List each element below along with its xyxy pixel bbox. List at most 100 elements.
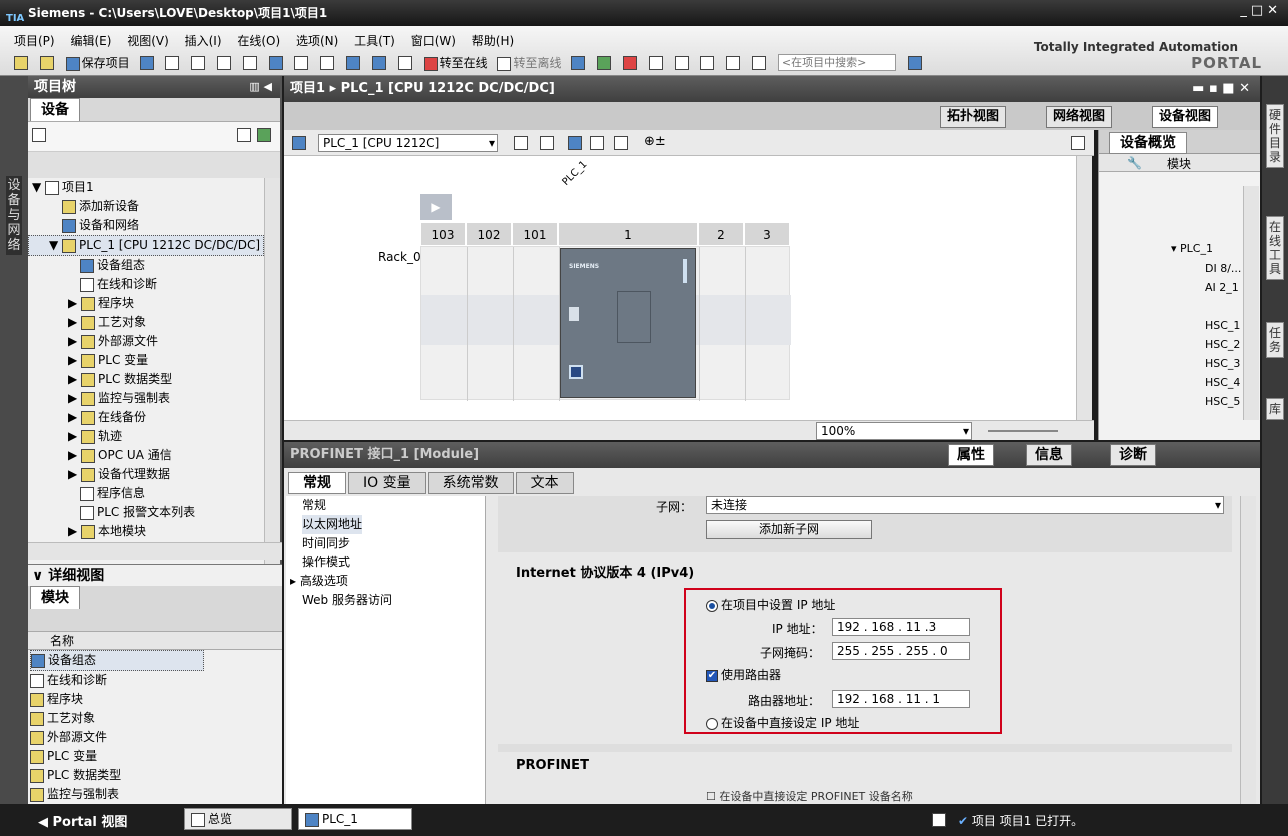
tree-item-watch-tables[interactable]: ▶ 监控与强制表 xyxy=(28,389,264,408)
tree-item-device-proxy[interactable]: ▶ 设备代理数据 xyxy=(28,465,264,484)
tab-plc1[interactable]: PLC_1 xyxy=(298,808,412,830)
close-compare-button[interactable] xyxy=(752,55,768,70)
cpu-module[interactable]: SIEMENS xyxy=(560,248,696,398)
set-ip-device-radio[interactable]: 在设备中直接设定 IP 地址 xyxy=(706,714,859,731)
undo-button[interactable] xyxy=(268,55,285,70)
tab-device-view[interactable]: 设备视图 xyxy=(1152,106,1219,128)
tree-item-device-config[interactable]: 设备组态 xyxy=(28,256,264,275)
tab-info[interactable]: 信息 xyxy=(1026,444,1072,466)
tab-io-tags[interactable]: IO 变量 xyxy=(348,472,426,494)
menu-edit[interactable]: 编辑(E) xyxy=(70,34,111,48)
menu-view[interactable]: 视图(V) xyxy=(127,34,169,48)
nav-time-sync[interactable]: 时间同步 xyxy=(302,534,485,553)
overview-filter-icon[interactable]: 🔧 xyxy=(1127,156,1142,170)
tree-item-project[interactable]: ▼ 项目1 xyxy=(28,178,264,197)
tree-item-online-diag[interactable]: 在线和诊断 xyxy=(28,275,264,294)
tab-diagnostics[interactable]: 诊断 xyxy=(1110,444,1156,466)
device-select[interactable]: PLC_1 [CPU 1212C] ▾ xyxy=(318,134,498,152)
tree-item-opc-ua[interactable]: ▶ OPC UA 通信 xyxy=(28,446,264,465)
canvas-vscrollbar[interactable] xyxy=(1076,156,1092,420)
start-cpu-button[interactable] xyxy=(597,55,613,70)
tab-properties[interactable]: 属性 xyxy=(948,444,994,466)
nav-web-server[interactable]: Web 服务器访问 xyxy=(302,591,485,610)
cross-reference-button[interactable] xyxy=(648,55,665,70)
tab-online-tools[interactable]: 在线工具 xyxy=(1266,216,1284,280)
tree-item-plc1[interactable]: ▼ PLC_1 [CPU 1212C DC/DC/DC] xyxy=(28,235,264,256)
detail-item[interactable]: 程序块 xyxy=(30,690,282,709)
overview-toggle-icon[interactable] xyxy=(237,128,251,142)
overview-row[interactable]: HSC_2 xyxy=(1205,338,1240,351)
zoom-select[interactable]: 100% ▾ xyxy=(816,422,972,440)
zoom-slider[interactable] xyxy=(988,430,1058,432)
tab-texts[interactable]: 文本 xyxy=(515,472,574,494)
tree-item-traces[interactable]: ▶ 轨迹 xyxy=(28,427,264,446)
detail-item[interactable]: PLC 数据类型 xyxy=(30,766,282,785)
search-go-button[interactable] xyxy=(907,55,924,70)
zoom-in-icon[interactable]: ⊕± xyxy=(644,134,666,149)
simulation-button[interactable] xyxy=(397,55,414,70)
overview-row[interactable]: HSC_3 xyxy=(1205,357,1240,370)
tree-item-local-modules[interactable]: ▶ 本地模块 xyxy=(28,522,264,541)
nav-general[interactable]: 常规 xyxy=(302,496,485,515)
overview-row[interactable]: ▾ PLC_1 xyxy=(1171,242,1213,255)
overview-scrollbar[interactable] xyxy=(1243,186,1259,420)
redo-button[interactable] xyxy=(294,55,310,70)
overview-row[interactable]: HSC_1 xyxy=(1205,319,1240,332)
layout-icon[interactable] xyxy=(614,136,628,150)
tree-item-alarm-texts[interactable]: PLC 报警文本列表 xyxy=(28,503,264,522)
upload-button[interactable] xyxy=(371,55,388,70)
overview-row[interactable]: HSC_5 xyxy=(1205,395,1240,408)
tree-item-program-info[interactable]: 程序信息 xyxy=(28,484,264,503)
tab-topology-view[interactable]: 拓扑视图 xyxy=(940,106,1007,128)
collapse-icon[interactable]: ▥ ◀ xyxy=(249,76,272,98)
tree-item-add-device[interactable]: 添加新设备 xyxy=(28,197,264,216)
detail-item[interactable]: 工艺对象 xyxy=(30,709,282,728)
expand-rack-button[interactable]: ▶ xyxy=(420,194,452,220)
menu-project[interactable]: 项目(P) xyxy=(14,34,55,48)
tab-libraries[interactable]: 库 xyxy=(1266,398,1284,420)
detail-item[interactable]: PLC 变量 xyxy=(30,747,282,766)
tree-item-tech-objects[interactable]: ▶ 工艺对象 xyxy=(28,313,264,332)
detail-view-header[interactable]: ∨ 详细视图 xyxy=(28,564,282,586)
tree-item-devices-networks[interactable]: 设备和网络 xyxy=(28,216,264,235)
tab-hardware-catalog[interactable]: 硬件目录 xyxy=(1266,104,1284,168)
portal-view-button[interactable]: ◀ Portal 视图 xyxy=(38,811,127,830)
detail-item[interactable]: 在线和诊断 xyxy=(30,671,282,690)
add-subnet-button[interactable]: 添加新子网 xyxy=(706,520,872,539)
tree-item-online-backups[interactable]: ▶ 在线备份 xyxy=(28,408,264,427)
accessible-devices-button[interactable] xyxy=(571,55,587,70)
open-project-button[interactable] xyxy=(39,55,56,70)
show-names-icon[interactable] xyxy=(540,136,554,150)
set-ip-project-radio[interactable]: 在项目中设置 IP 地址 xyxy=(706,596,835,613)
project-search-input[interactable]: <在项目中搜索> xyxy=(777,54,896,71)
compile-button[interactable] xyxy=(320,55,336,70)
tree-item-plc-datatypes[interactable]: ▶ PLC 数据类型 xyxy=(28,370,264,389)
tab-network-view[interactable]: 网络视图 xyxy=(1046,106,1113,128)
tab-devices-networks[interactable]: 设备与网络 xyxy=(6,176,22,255)
detail-item[interactable]: 外部源文件 xyxy=(30,728,282,747)
save-project-button[interactable]: 保存项目 xyxy=(65,54,130,71)
tab-overview[interactable]: 总览 xyxy=(184,808,292,830)
copy-button[interactable] xyxy=(191,55,207,70)
set-pn-name-checkbox[interactable]: ☐ 在设备中直接设定 PROFINET 设备名称 xyxy=(706,788,913,804)
tab-device-overview[interactable]: 设备概览 xyxy=(1109,132,1187,154)
tab-system-constants[interactable]: 系统常数 xyxy=(427,472,514,494)
inspector-scrollbar[interactable] xyxy=(1240,496,1256,804)
download-button[interactable] xyxy=(346,55,362,70)
split-horizontal-button[interactable] xyxy=(674,55,691,70)
nav-advanced[interactable]: ▸ 高级选项 xyxy=(290,572,485,591)
menu-window[interactable]: 窗口(W) xyxy=(411,34,456,48)
tree-item-plc-tags[interactable]: ▶ PLC 变量 xyxy=(28,351,264,370)
nav-operating-mode[interactable]: 操作模式 xyxy=(302,553,485,572)
menu-tools[interactable]: 工具(T) xyxy=(354,34,395,48)
status-toggle-icon[interactable] xyxy=(932,813,946,827)
print-button[interactable] xyxy=(139,55,156,70)
go-online-button[interactable]: 转至在线 xyxy=(423,54,488,71)
tree-item-program-blocks[interactable]: ▶ 程序块 xyxy=(28,294,264,313)
ip-address-input[interactable]: 192 . 168 . 11 .3 xyxy=(832,618,970,636)
tab-tasks[interactable]: 任务 xyxy=(1266,322,1284,358)
editor-window-controls[interactable]: ▬ ▪ ■ ✕ xyxy=(1192,76,1250,102)
menu-help[interactable]: 帮助(H) xyxy=(472,34,514,48)
detail-item[interactable]: 设备组态 xyxy=(30,650,204,671)
panel-toggle-icon[interactable] xyxy=(1071,136,1085,150)
